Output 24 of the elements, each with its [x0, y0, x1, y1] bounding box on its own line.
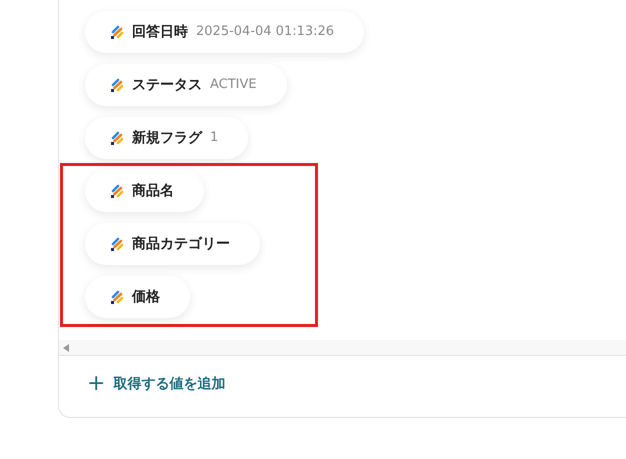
field-chip[interactable]: 商品名 — [85, 170, 204, 212]
field-label: 商品カテゴリー — [132, 234, 230, 254]
field-chip[interactable]: 商品カテゴリー — [85, 223, 260, 265]
add-value-button[interactable]: + 取得する値を追加 — [87, 373, 226, 395]
field-label: 価格 — [132, 288, 160, 306]
pen-strokes-icon — [110, 237, 124, 251]
pen-strokes-icon — [110, 78, 124, 92]
pen-strokes-icon — [110, 131, 124, 145]
field-chip[interactable]: 価格 — [85, 276, 190, 318]
field-label: ステータス — [132, 76, 202, 94]
field-value: 1 — [210, 129, 218, 148]
field-chip[interactable]: ステータス ACTIVE — [85, 64, 287, 106]
field-value: 2025-04-04 01:13:26 — [196, 23, 334, 42]
field-label: 回答日時 — [132, 22, 188, 42]
field-chip[interactable]: 回答日時 2025-04-04 01:13:26 — [85, 11, 364, 53]
field-label: 新規フラグ — [132, 128, 202, 148]
horizontal-scrollbar[interactable] — [59, 340, 626, 356]
pen-strokes-icon — [110, 25, 124, 39]
field-label: 商品名 — [132, 182, 174, 200]
pen-strokes-icon — [110, 290, 124, 304]
pen-strokes-icon — [110, 184, 124, 198]
scroll-left-icon[interactable] — [63, 344, 69, 352]
field-chip[interactable]: 新規フラグ 1 — [85, 117, 248, 159]
field-value: ACTIVE — [210, 76, 257, 94]
